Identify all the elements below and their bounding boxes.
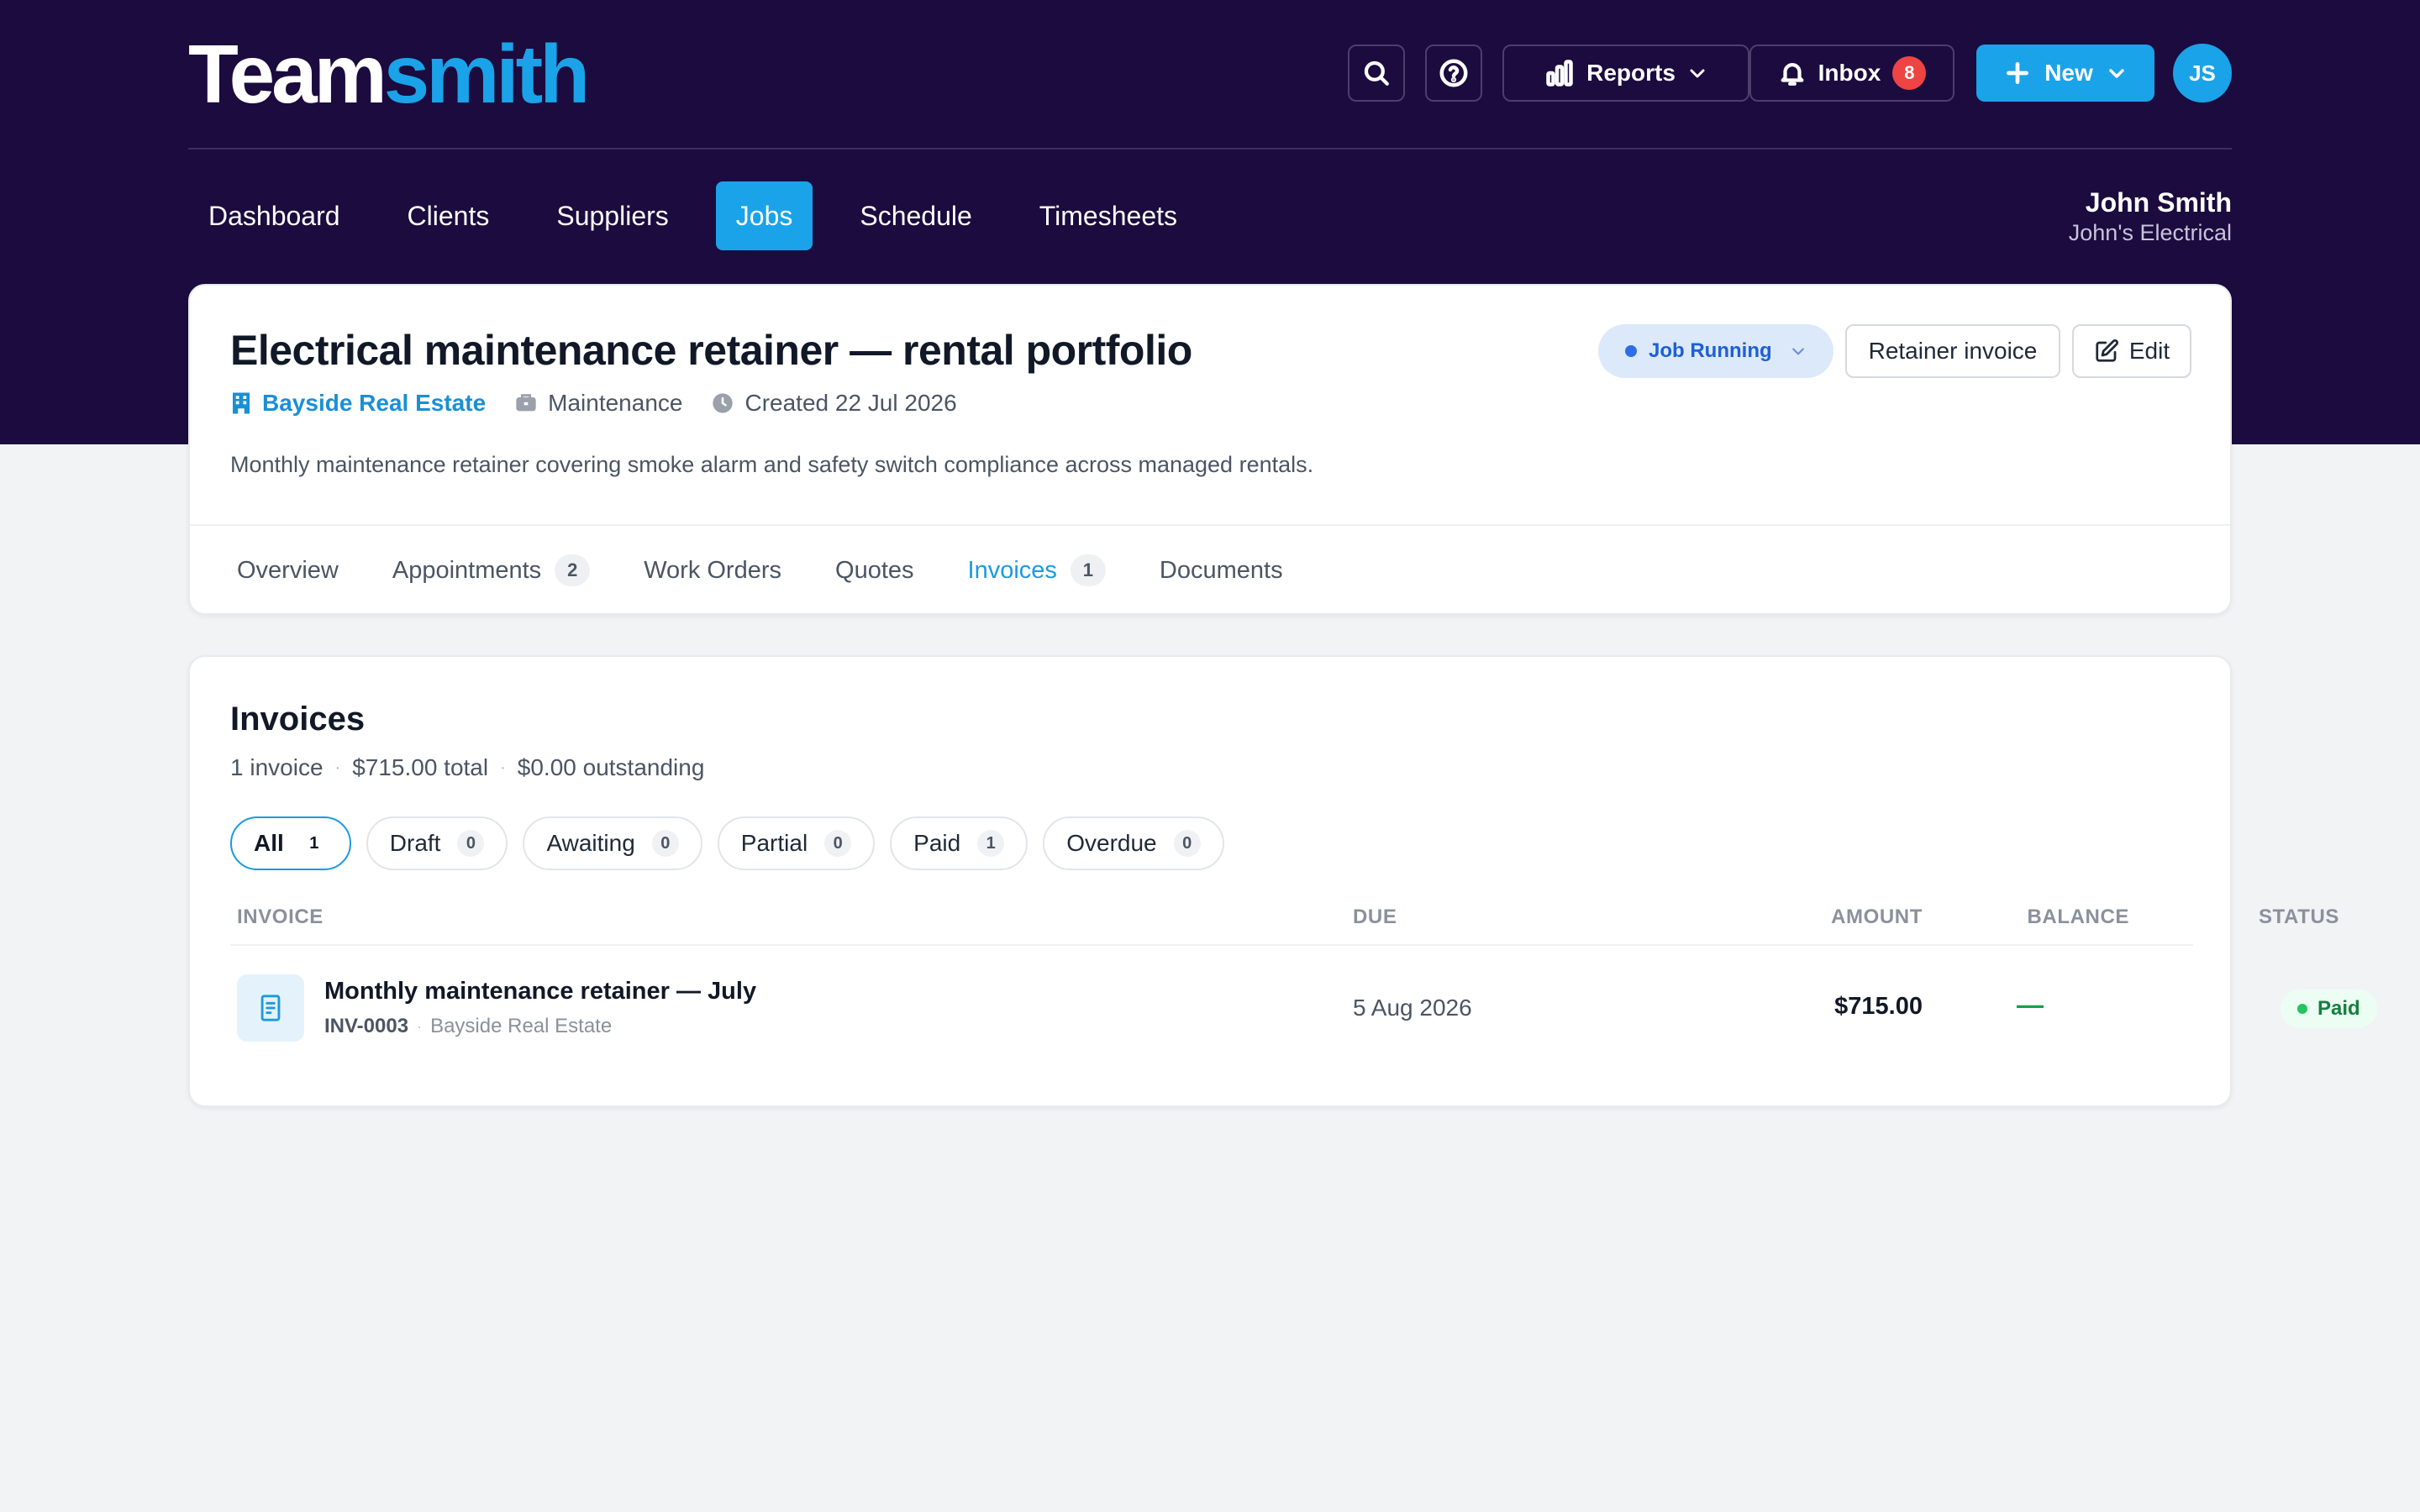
invoice-total: $715.00 total (352, 754, 489, 780)
tab-documents[interactable]: Documents (1160, 557, 1283, 585)
invoice-subtitle: INV-0003 · Bayside Real Estate (324, 1015, 613, 1037)
job-meta: Bayside Real Estate Maintenance Created … (230, 390, 986, 417)
invoice-document-icon (237, 974, 304, 1042)
job-type: Maintenance (514, 390, 682, 417)
invoice-client: Bayside Real Estate (430, 1015, 613, 1037)
top-bar: Teamsmith Reports Inbox 8 New JS (188, 0, 2232, 150)
tab-invoices[interactable]: Invoices 1 (968, 554, 1106, 586)
status-dot (1625, 345, 1637, 357)
app-logo[interactable]: Teamsmith (188, 30, 590, 118)
user-info[interactable]: John Smith John's Electrical (2069, 186, 2232, 247)
help-button[interactable] (1425, 45, 1482, 102)
reports-label: Reports (1586, 60, 1676, 86)
filter-awaiting[interactable]: Awaiting 0 (523, 816, 702, 870)
tab-quotes[interactable]: Quotes (835, 557, 914, 585)
nav-item-schedule[interactable]: Schedule (839, 181, 992, 250)
nav-item-timesheets[interactable]: Timesheets (1019, 181, 1197, 250)
status-label: Paid (2317, 997, 2360, 1020)
invoice-due-date: 5 Aug 2026 (1353, 995, 1472, 1021)
invoices-summary: 1 invoice · $715.00 total · $0.00 outsta… (230, 754, 705, 780)
invoice-count: 1 invoice (230, 754, 324, 780)
user-name: John Smith (2085, 187, 2232, 218)
job-title: Electrical maintenance retainer — rental… (230, 327, 1192, 374)
inbox-button[interactable]: Inbox 8 (1749, 45, 1954, 102)
job-created: Created 22 Jul 2026 (711, 390, 957, 417)
chevron-down-icon (1792, 348, 1804, 355)
tab-count: 1 (1070, 554, 1106, 586)
invoice-name[interactable]: Monthly maintenance retainer — July (324, 978, 756, 1005)
new-label: New (2044, 60, 2093, 86)
tab-appointments[interactable]: Appointments 2 (392, 554, 591, 586)
inbox-label: Inbox (1818, 60, 1881, 86)
main-nav: Dashboard Clients Suppliers Jobs Schedul… (188, 181, 1224, 250)
help-icon (1439, 59, 1468, 87)
invoice-balance: — (2017, 990, 2044, 1020)
nav-item-dashboard[interactable]: Dashboard (188, 181, 360, 250)
plus-icon (2007, 62, 2029, 84)
retainer-invoice-button[interactable]: Retainer invoice (1845, 324, 2060, 378)
nav-item-clients[interactable]: Clients (387, 181, 510, 250)
filter-paid[interactable]: Paid 1 (890, 816, 1028, 870)
invoices-title: Invoices (230, 701, 366, 738)
tab-overview[interactable]: Overview (237, 557, 339, 585)
filter-partial[interactable]: Partial 0 (717, 816, 876, 870)
status-dot (2297, 1004, 2307, 1014)
edit-button[interactable]: Edit (2072, 324, 2191, 378)
chevron-down-icon (2109, 69, 2124, 78)
nav-item-suppliers[interactable]: Suppliers (536, 181, 688, 250)
tab-work-orders[interactable]: Work Orders (644, 557, 781, 585)
edit-label: Edit (2128, 338, 2170, 364)
edit-icon (2096, 339, 2118, 362)
clock-icon (713, 393, 734, 413)
user-company: John's Electrical (2068, 220, 2232, 245)
nav-item-jobs[interactable]: Jobs (715, 181, 813, 250)
client-name: Bayside Real Estate (262, 390, 487, 416)
filter-all[interactable]: All 1 (230, 816, 351, 870)
new-button[interactable]: New (1976, 45, 2154, 102)
created-date: Created 22 Jul 2026 (744, 390, 957, 416)
table-row[interactable]: Monthly maintenance retainer — July INV-… (230, 946, 2377, 1068)
status-badge: Paid (2281, 990, 2377, 1028)
reports-dropdown[interactable]: Reports (1502, 45, 1749, 102)
user-avatar[interactable]: JS (2173, 44, 2232, 102)
invoice-number: INV-0003 (324, 1015, 409, 1037)
job-header-card: Electrical maintenance retainer — rental… (188, 284, 2232, 615)
briefcase-icon (516, 394, 536, 412)
bell-icon (1781, 63, 1804, 86)
inbox-count-badge: 8 (1892, 56, 1927, 90)
tab-count: 2 (555, 554, 591, 586)
invoice-filters: All 1 Draft 0 Awaiting 0 Partial 0 Paid 1 Ove… (230, 816, 1224, 870)
column-header-status[interactable]: STATUS (2022, 906, 2339, 929)
building-icon (233, 392, 250, 414)
job-status-label: Job Running (1649, 339, 1772, 362)
job-type-label: Maintenance (548, 390, 683, 416)
filter-draft[interactable]: Draft 0 (366, 816, 508, 870)
chevron-down-icon (1690, 69, 1705, 78)
job-tabs: Overview Appointments 2 Work Orders Quote… (237, 526, 1337, 615)
invoice-outstanding: $0.00 outstanding (517, 754, 705, 780)
search-icon (1364, 60, 1389, 86)
bar-chart-icon (1546, 60, 1573, 87)
invoices-card: Invoices 1 invoice · $715.00 total · $0.… (188, 655, 2377, 1107)
job-description: Monthly maintenance retainer covering sm… (230, 452, 1314, 477)
filter-overdue[interactable]: Overdue 0 (1043, 816, 1224, 870)
search-button[interactable] (1348, 45, 1405, 102)
column-header-due[interactable]: DUE (1353, 906, 1397, 929)
job-status-dropdown[interactable]: Job Running (1598, 324, 1833, 378)
client-link[interactable]: Bayside Real Estate (230, 390, 486, 417)
column-header-invoice[interactable]: INVOICE (237, 906, 324, 929)
